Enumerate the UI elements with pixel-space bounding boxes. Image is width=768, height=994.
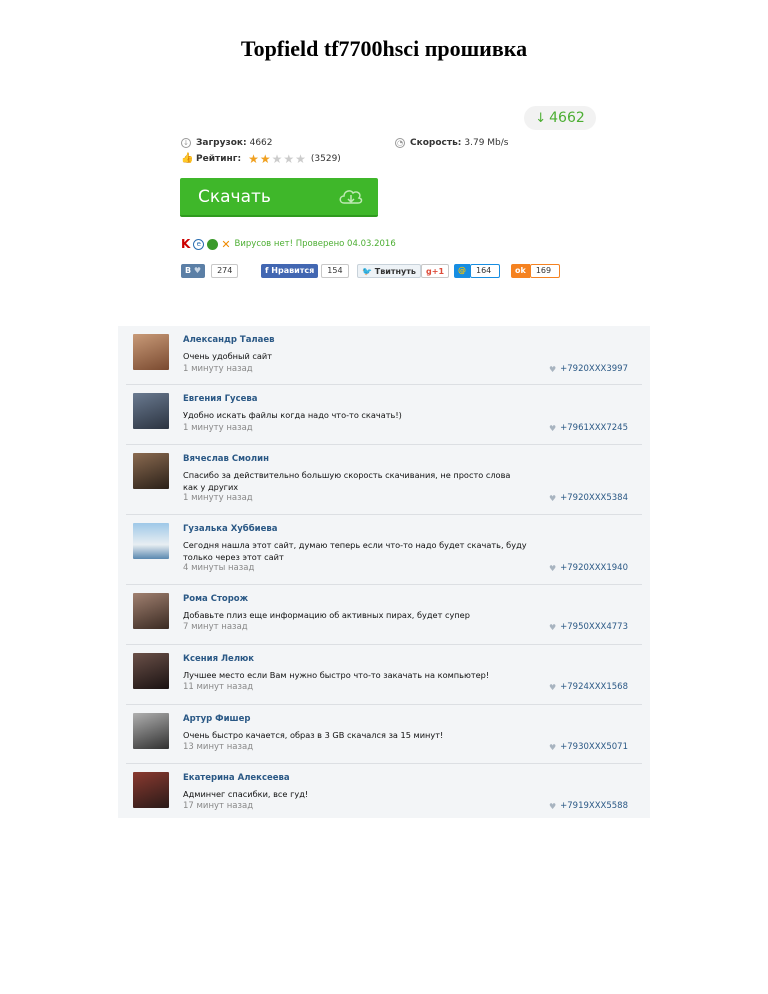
avatar: [133, 334, 169, 370]
avast-icon: ✕: [221, 237, 231, 251]
heart-icon: ♥: [548, 622, 557, 632]
comment-item: Рома Сторож Добавьте плиз еще информацию…: [118, 585, 650, 645]
heart-icon: ♥: [548, 801, 557, 811]
speed-stat: ◔ Скорость: 3.79 Mb/s: [395, 138, 509, 148]
avatar: [133, 772, 169, 808]
heart-icon: ♥: [548, 682, 557, 692]
star-icon[interactable]: ★: [283, 152, 295, 166]
comment-phone[interactable]: ♥ +7924XXX1568: [549, 682, 628, 692]
comments-panel: Александр Талаев Очень удобный сайт 1 ми…: [118, 326, 650, 818]
antivirus-check: K e ✕ Вирусов нет! Проверено 04.03.2016: [181, 237, 396, 251]
thumbs-up-icon: 👍: [181, 153, 194, 164]
star-icon[interactable]: ★: [248, 152, 260, 166]
comment-item: Вячеслав Смолин Спасибо за действительно…: [118, 445, 650, 515]
comment-item: Артур Фишер Очень быстро качается, образ…: [118, 705, 650, 764]
comment-item: Екатерина Алексеева Админчег спасибки, в…: [118, 764, 650, 818]
comment-phone[interactable]: ♥ +7920XXX1940: [549, 563, 628, 573]
heart-icon: ♥: [548, 493, 557, 503]
rating-stat: 👍 Рейтинг: ★★★★★ (3529): [181, 152, 341, 166]
mail-share[interactable]: @ 164: [454, 264, 500, 278]
comment-item: Александр Талаев Очень удобный сайт 1 ми…: [118, 326, 650, 385]
facebook-like[interactable]: f Нравится 154: [261, 264, 349, 278]
odnoklassniki-icon: ok: [511, 264, 530, 278]
kaspersky-icon: K: [181, 237, 191, 251]
eset-icon: e: [193, 238, 205, 250]
page-title: Topfield tf7700hsci прошивка: [240, 36, 528, 61]
comment-phone[interactable]: ♥ +7920XXX3997: [549, 364, 628, 374]
star-icon[interactable]: ★: [260, 152, 272, 166]
heart-icon: ♥: [548, 563, 557, 573]
vk-icon: В ♥: [181, 264, 206, 278]
comment-phone[interactable]: ♥ +7919XXX5588: [549, 801, 628, 811]
download-count-badge: ↓ 4662: [524, 106, 596, 130]
download-button[interactable]: Скачать: [180, 178, 378, 217]
drweb-icon: [207, 238, 219, 250]
twitter-icon: 🐦 Твитнуть: [357, 264, 421, 278]
comment-item: Ксения Лелюк Лучшее место если Вам нужно…: [118, 645, 650, 705]
star-icon[interactable]: ★: [295, 152, 307, 166]
rating-stars[interactable]: ★★★★★: [248, 152, 307, 166]
google-plus[interactable]: g+1: [421, 264, 450, 278]
cloud-download-icon: [339, 190, 363, 204]
odnoklassniki-share[interactable]: ok 169: [511, 264, 560, 278]
comment-phone[interactable]: ♥ +7930XXX5071: [549, 742, 628, 752]
comment-phone[interactable]: ♥ +7920XXX5384: [549, 493, 628, 503]
vk-share[interactable]: В ♥ 274: [181, 264, 239, 278]
google-plus-icon: g+1: [421, 264, 450, 278]
star-icon[interactable]: ★: [272, 152, 284, 166]
heart-icon: ♥: [548, 364, 557, 374]
comment-item: Гузалька Хуббиева Сегодня нашла этот сай…: [118, 515, 650, 585]
mail-ru-icon: @: [454, 264, 470, 278]
avatar: [133, 523, 169, 559]
heart-icon: ♥: [548, 423, 557, 433]
heart-icon: ♥: [548, 742, 557, 752]
download-circle-icon: ↓: [181, 138, 191, 148]
downloads-stat: ↓ Загрузок: 4662: [181, 138, 273, 148]
comment-phone[interactable]: ♥ +7961XXX7245: [549, 423, 628, 433]
avatar: [133, 393, 169, 429]
twitter-tweet[interactable]: 🐦 Твитнуть: [357, 264, 421, 278]
facebook-icon: f Нравится: [261, 264, 319, 278]
avatar: [133, 653, 169, 689]
avatar: [133, 593, 169, 629]
arrow-down-icon: ↓: [535, 111, 547, 126]
speedometer-icon: ◔: [395, 138, 405, 148]
avatar: [133, 713, 169, 749]
comment-item: Евгения Гусева Удобно искать файлы когда…: [118, 385, 650, 445]
avatar: [133, 453, 169, 489]
comment-phone[interactable]: ♥ +7950XXX4773: [549, 622, 628, 632]
